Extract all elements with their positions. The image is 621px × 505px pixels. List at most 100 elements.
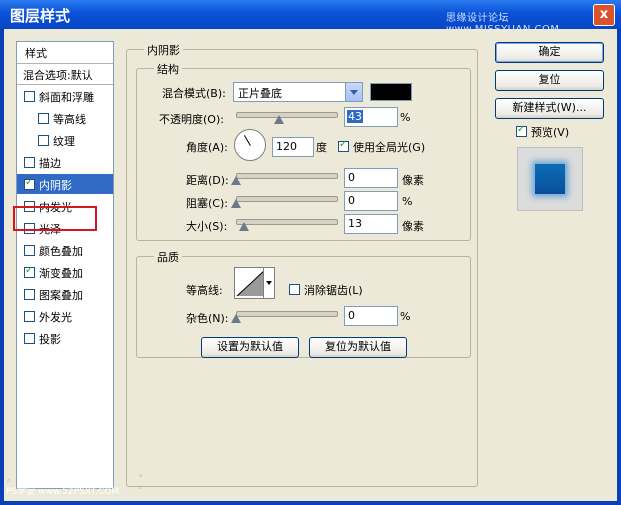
angle-dial[interactable] xyxy=(234,129,266,161)
opacity-input[interactable]: 43 xyxy=(344,107,398,127)
reset-button[interactable]: 复位 xyxy=(495,70,604,91)
style-item-checkbox[interactable] xyxy=(24,157,35,168)
choke-label: 阻塞(C): xyxy=(186,197,228,210)
noise-slider[interactable] xyxy=(236,311,338,317)
preview-label: 预览(V) xyxy=(531,126,570,139)
angle-input[interactable]: 120 xyxy=(272,137,314,157)
corner-marker: ◦ xyxy=(138,484,144,494)
contour-dropdown-button[interactable] xyxy=(263,267,275,299)
size-input[interactable]: 13 xyxy=(344,214,398,234)
styles-header[interactable]: 样式 xyxy=(17,42,113,64)
size-slider[interactable] xyxy=(236,219,338,225)
style-item-checkbox[interactable] xyxy=(24,311,35,322)
style-item-checkbox[interactable] xyxy=(24,289,35,300)
title-bar[interactable]: 图层样式 思缘设计论坛 www.MISSYUAN.COM x xyxy=(0,0,621,35)
style-preview-thumbnail xyxy=(517,147,583,211)
ok-button[interactable]: 确定 xyxy=(495,42,604,63)
choke-slider[interactable] xyxy=(236,196,338,202)
style-item-checkbox[interactable] xyxy=(38,113,49,124)
choke-input[interactable]: 0 xyxy=(344,191,398,211)
style-item-label: 图案叠加 xyxy=(39,289,83,302)
set-default-button[interactable]: 设置为默认值 xyxy=(201,337,299,358)
distance-slider-thumb[interactable] xyxy=(231,176,241,185)
style-item-label: 颜色叠加 xyxy=(39,245,83,258)
opacity-value: 43 xyxy=(347,110,363,123)
style-item-label: 纹理 xyxy=(53,135,75,148)
angle-label: 角度(A): xyxy=(186,141,228,154)
style-item-checkbox[interactable] xyxy=(24,265,35,278)
style-item-checkbox[interactable] xyxy=(24,333,35,344)
blend-mode-select[interactable]: 正片叠底 xyxy=(233,82,363,102)
distance-value: 0 xyxy=(348,171,355,184)
style-item[interactable]: 等高线 xyxy=(17,108,113,128)
preview-square xyxy=(535,164,565,194)
angle-unit: 度 xyxy=(316,141,327,154)
style-item[interactable]: 外发光 xyxy=(17,306,113,326)
style-item[interactable]: 内阴影 xyxy=(17,174,113,194)
distance-slider[interactable] xyxy=(236,173,338,179)
anti-alias-label: 消除锯齿(L) xyxy=(304,284,363,297)
style-item-checkbox[interactable] xyxy=(24,245,35,256)
corner-marker: ◦ xyxy=(138,472,144,482)
anti-alias-checkbox[interactable] xyxy=(289,284,300,295)
noise-value: 0 xyxy=(348,309,355,322)
opacity-unit: % xyxy=(400,111,411,124)
size-unit: 像素 xyxy=(402,220,424,233)
chevron-down-icon[interactable] xyxy=(345,83,362,101)
style-item-label: 外发光 xyxy=(39,311,72,324)
styles-header-label: 样式 xyxy=(25,47,47,60)
style-item[interactable]: 图案叠加 xyxy=(17,284,113,304)
choke-value: 0 xyxy=(348,194,355,207)
angle-value: 120 xyxy=(276,140,297,153)
size-value: 13 xyxy=(348,217,362,230)
style-item[interactable]: 投影 xyxy=(17,328,113,348)
contour-label: 等高线: xyxy=(186,284,223,297)
preview-checkbox[interactable] xyxy=(516,124,527,137)
style-item[interactable]: 纹理 xyxy=(17,130,113,150)
quality-group xyxy=(136,256,471,358)
global-light-checkbox[interactable] xyxy=(338,139,349,152)
size-label: 大小(S): xyxy=(186,220,228,233)
style-item[interactable]: 描边 xyxy=(17,152,113,172)
style-item[interactable]: 斜面和浮雕 xyxy=(17,86,113,106)
blending-options-label: 混合选项:默认 xyxy=(23,69,93,82)
style-item-checkbox[interactable] xyxy=(24,177,35,190)
style-item[interactable]: 颜色叠加 xyxy=(17,240,113,260)
distance-unit: 像素 xyxy=(402,174,424,187)
distance-input[interactable]: 0 xyxy=(344,168,398,188)
layer-style-dialog: 图层样式 思缘设计论坛 www.MISSYUAN.COM x 样式 混合选项:默… xyxy=(0,0,621,505)
style-item-label: 内阴影 xyxy=(39,179,72,192)
style-item-label: 描边 xyxy=(39,157,61,170)
close-button[interactable]: x xyxy=(593,4,615,26)
reset-default-button[interactable]: 复位为默认值 xyxy=(309,337,407,358)
style-item-label: 斜面和浮雕 xyxy=(39,91,94,104)
blend-mode-value: 正片叠底 xyxy=(238,87,282,100)
noise-label: 杂色(N): xyxy=(186,312,229,325)
footer-watermark: PS学堂 www.52PSXT.COM xyxy=(6,487,120,497)
quality-title: 品质 xyxy=(154,249,182,265)
blending-options-item[interactable]: 混合选项:默认 xyxy=(17,64,113,85)
style-item-label: 渐变叠加 xyxy=(39,267,83,280)
inner-shadow-title: 内阴影 xyxy=(144,42,183,58)
style-item-checkbox[interactable] xyxy=(24,91,35,102)
opacity-label: 不透明度(O): xyxy=(159,113,224,126)
choke-slider-thumb[interactable] xyxy=(231,199,241,208)
global-light-label: 使用全局光(G) xyxy=(353,141,426,154)
blend-mode-label: 混合模式(B): xyxy=(162,87,226,100)
distance-label: 距离(D): xyxy=(186,174,229,187)
inner-shadow-panel: 内阴影 结构 混合模式(B): 正片叠底 不透明度(O): 43 % 角度(A)… xyxy=(126,41,482,487)
shadow-color-swatch[interactable] xyxy=(370,83,412,101)
noise-slider-thumb[interactable] xyxy=(231,314,241,323)
opacity-slider[interactable] xyxy=(236,112,338,118)
structure-title: 结构 xyxy=(154,61,182,77)
new-style-button[interactable]: 新建样式(W)... xyxy=(495,98,604,119)
size-slider-thumb[interactable] xyxy=(239,222,249,231)
noise-input[interactable]: 0 xyxy=(344,306,398,326)
window-title: 图层样式 xyxy=(10,7,71,25)
noise-unit: % xyxy=(400,310,411,323)
style-item-checkbox[interactable] xyxy=(38,135,49,146)
style-item-label: 投影 xyxy=(39,333,61,346)
style-item-label: 等高线 xyxy=(53,113,86,126)
opacity-slider-thumb[interactable] xyxy=(274,115,284,124)
style-item[interactable]: 渐变叠加 xyxy=(17,262,113,282)
